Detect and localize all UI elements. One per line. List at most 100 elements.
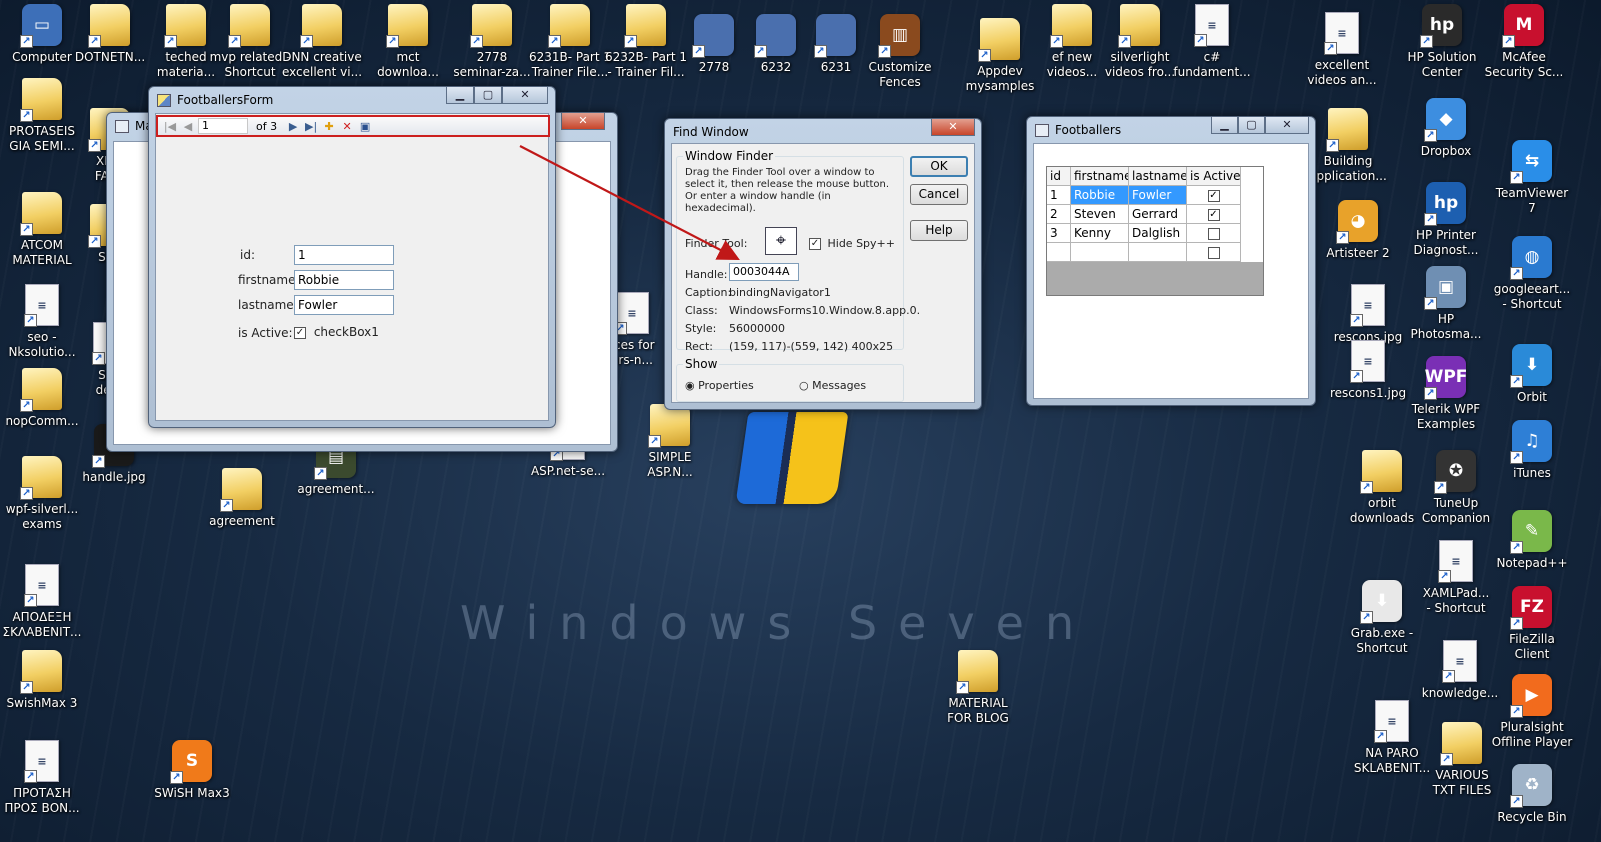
- desktop-icon[interactable]: ↗ nopComm...: [0, 368, 84, 429]
- grid-cell[interactable]: 2: [1047, 205, 1071, 224]
- desktop-icon[interactable]: ≡ ↗ ΠΡΟΤΑΣΗ ΠΡΟΣ ΒΟΝ...: [0, 740, 84, 816]
- grid-cell[interactable]: Fowler: [1129, 186, 1187, 205]
- desktop-icon[interactable]: ≡ ↗ rescons.jpg: [1326, 284, 1410, 345]
- desktop-icon[interactable]: ✎ ↗ Notepad++: [1490, 510, 1574, 571]
- grid-cell[interactable]: 3: [1047, 224, 1071, 243]
- grid-cell[interactable]: Steven: [1071, 205, 1129, 224]
- desktop-icon[interactable]: ♻ ↗ Recycle Bin: [1490, 764, 1574, 825]
- grid-cell[interactable]: ✓: [1187, 205, 1241, 224]
- grid-cell[interactable]: Dalglish: [1129, 224, 1187, 243]
- desktop-icon[interactable]: S ↗ SWiSH Max3: [150, 740, 234, 801]
- desktop-icon[interactable]: ↗ SwishMax 3: [0, 650, 84, 711]
- desktop-icon[interactable]: ↗ 2778 seminar-za...: [450, 4, 534, 80]
- desktop-icon[interactable]: ≡ ↗ excellent videos an...: [1300, 12, 1384, 88]
- grid-cell[interactable]: [1187, 224, 1241, 243]
- is-active-checkbox[interactable]: ✓ checkBox1: [294, 325, 379, 339]
- handle-input[interactable]: 0003044A: [729, 263, 799, 281]
- table-row[interactable]: 2 Steven Gerrard ✓: [1047, 205, 1263, 224]
- footballers-form-window[interactable]: FootballersForm ▁ ▢ ✕ |◀ ◀ 1 of 3 ▶ ▶| ✚…: [148, 86, 556, 428]
- hide-spy-checkbox[interactable]: ✓ Hide Spy++: [809, 237, 895, 250]
- grid-header-cell[interactable]: firstname: [1071, 167, 1129, 186]
- desktop-icon[interactable]: ↗ DOTNETN...: [68, 4, 152, 65]
- desktop-icon[interactable]: ↗ SIMPLE ASP.N...: [628, 404, 712, 480]
- grid-header-cell[interactable]: id: [1047, 167, 1071, 186]
- desktop-icon[interactable]: ▥ ↗ Customize Fences: [858, 14, 942, 90]
- close-button[interactable]: ✕: [931, 119, 975, 136]
- grid-cell[interactable]: [1129, 243, 1187, 262]
- grid-cell[interactable]: [1071, 243, 1129, 262]
- grid-cell[interactable]: Gerrard: [1129, 205, 1187, 224]
- desktop-icon[interactable]: ◍ ↗ googleeart... - Shortcut: [1490, 236, 1574, 312]
- data-grid[interactable]: id firstname lastname is Active 1 Robbie Fowle…: [1046, 166, 1264, 296]
- finder-tool-crosshair-icon[interactable]: ⌖: [765, 227, 797, 255]
- desktop-icon[interactable]: ≡ ↗ c# fundament...: [1170, 4, 1254, 80]
- move-next-icon[interactable]: ▶: [285, 120, 301, 133]
- minimize-button[interactable]: ▁: [1211, 117, 1238, 134]
- desktop-icon[interactable]: ↗ DNN creative excellent vi...: [280, 4, 364, 80]
- move-previous-icon[interactable]: ◀: [180, 120, 196, 133]
- grid-header-cell[interactable]: is Active: [1187, 167, 1241, 186]
- find-window-dialog[interactable]: Find Window ✕ Window Finder Drag the Fin…: [664, 118, 982, 410]
- grid-cell[interactable]: 1: [1047, 186, 1071, 205]
- grid-cell[interactable]: Kenny: [1071, 224, 1129, 243]
- desktop-icon[interactable]: FZ ↗ FileZilla Client: [1490, 586, 1574, 662]
- active-checkbox[interactable]: [1207, 227, 1220, 240]
- minimize-button[interactable]: ▁: [446, 87, 474, 104]
- desktop-icon[interactable]: ↗ mct downloa...: [366, 4, 450, 80]
- desktop-icon[interactable]: ▣ ↗ HP Photosma...: [1404, 266, 1488, 342]
- table-row[interactable]: 3 Kenny Dalglish: [1047, 224, 1263, 243]
- active-checkbox[interactable]: ✓: [1207, 189, 1220, 202]
- find-window-titlebar[interactable]: Find Window: [673, 123, 975, 141]
- desktop-icon[interactable]: ⬇ ↗ Orbit: [1490, 344, 1574, 405]
- save-icon[interactable]: ▣: [357, 120, 373, 133]
- desktop-icon[interactable]: ◆ ↗ Dropbox: [1404, 98, 1488, 159]
- desktop-icon[interactable]: ↗ agreement: [200, 468, 284, 529]
- properties-radio[interactable]: ◉ Properties: [685, 379, 754, 392]
- close-button[interactable]: ✕: [1265, 117, 1309, 134]
- desktop-icon[interactable]: M ↗ McAfee Security Sc...: [1482, 4, 1566, 80]
- move-first-icon[interactable]: |◀: [162, 120, 178, 133]
- maximize-button[interactable]: ▢: [474, 87, 502, 104]
- desktop-icon[interactable]: ≡ ↗ rescons1.jpg: [1326, 340, 1410, 401]
- desktop-icon[interactable]: ✪ ↗ TuneUp Companion: [1414, 450, 1498, 526]
- firstname-field[interactable]: Robbie: [294, 270, 394, 290]
- add-new-icon[interactable]: ✚: [321, 120, 337, 133]
- ok-button[interactable]: OK: [910, 156, 968, 177]
- desktop-icon[interactable]: ≡ ↗ XAMLPad... - Shortcut: [1414, 540, 1498, 616]
- footballers-grid-window[interactable]: Footballers ▁ ▢ ✕ id firstname lastname is …: [1026, 116, 1316, 406]
- desktop-icon[interactable]: ↗ Building application...: [1306, 108, 1390, 184]
- active-checkbox[interactable]: ✓: [1207, 208, 1220, 221]
- desktop-icon[interactable]: ◕ ↗ Artisteer 2: [1316, 200, 1400, 261]
- desktop-icon[interactable]: WPF ↗ Telerik WPF Examples: [1404, 356, 1488, 432]
- grid-cell[interactable]: Robbie: [1071, 186, 1129, 205]
- active-checkbox[interactable]: [1207, 246, 1220, 259]
- position-input[interactable]: 1: [198, 118, 248, 134]
- cancel-button[interactable]: Cancel: [910, 184, 968, 205]
- id-field[interactable]: 1: [294, 245, 394, 265]
- desktop-icon[interactable]: hp ↗ HP Printer Diagnost...: [1404, 182, 1488, 258]
- desktop-icon[interactable]: ↗ 6231B- Part 1 Trainer File...: [528, 4, 612, 80]
- desktop-icon[interactable]: ♫ ↗ iTunes: [1490, 420, 1574, 481]
- grid-cell[interactable]: ✓: [1187, 186, 1241, 205]
- table-row[interactable]: [1047, 243, 1263, 262]
- close-button[interactable]: ✕: [561, 113, 605, 130]
- desktop-icon[interactable]: ≡ ↗ ΑΠΟΔΕΞΗ ΣΚΛΑΒΕΝΙΤ...: [0, 564, 84, 640]
- close-button[interactable]: ✕: [502, 87, 548, 104]
- maximize-button[interactable]: ▢: [1238, 117, 1265, 134]
- desktop-icon[interactable]: ▶ ↗ Pluralsight Offline Player: [1490, 674, 1574, 750]
- move-last-icon[interactable]: ▶|: [303, 120, 319, 133]
- desktop-icon[interactable]: ⬇ ↗ Grab.exe - Shortcut: [1340, 580, 1424, 656]
- grid-cell[interactable]: [1187, 243, 1241, 262]
- delete-icon[interactable]: ✕: [339, 120, 355, 133]
- messages-radio[interactable]: ○ Messages: [799, 379, 866, 392]
- desktop-icon[interactable]: ↗ orbit downloads: [1340, 450, 1424, 526]
- desktop-icon[interactable]: ↗ MATERIAL FOR BLOG: [936, 650, 1020, 726]
- help-button[interactable]: Help: [910, 220, 968, 241]
- desktop-icon[interactable]: hp ↗ HP Solution Center: [1400, 4, 1484, 80]
- desktop-icon[interactable]: ⇆ ↗ TeamViewer 7: [1490, 140, 1574, 216]
- shortcut-arrow-icon: ↗: [1360, 611, 1373, 624]
- table-row[interactable]: 1 Robbie Fowler ✓: [1047, 186, 1263, 205]
- lastname-field[interactable]: Fowler: [294, 295, 394, 315]
- grid-header-cell[interactable]: lastname: [1129, 167, 1187, 186]
- grid-cell[interactable]: [1047, 243, 1071, 262]
